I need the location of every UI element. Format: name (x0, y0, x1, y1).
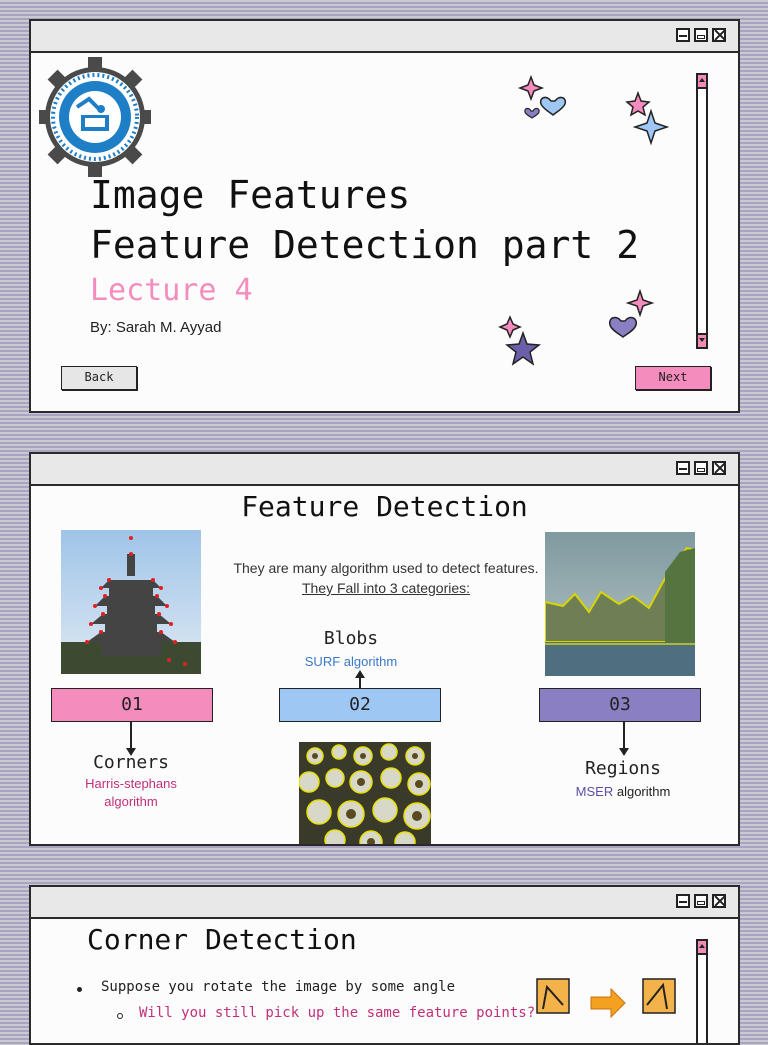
bullet-dot (77, 987, 82, 992)
corners-label: Corners (93, 752, 169, 773)
surf-algorithm-label: SURF algorithm (304, 654, 398, 669)
bullet-rotate-image: Suppose you rotate the image by some ang… (101, 979, 456, 995)
mser-label: MSER (575, 784, 614, 799)
mser-algorithm-label: MSER algorithm (543, 784, 703, 799)
maximize-icon[interactable] (694, 28, 708, 42)
maximize-icon[interactable] (694, 461, 708, 475)
slide-window-corner-detection: Corner Detection Suppose you rotate the … (29, 885, 740, 1045)
window-titlebar (31, 21, 738, 53)
landscape-regions-image (545, 532, 695, 676)
harris-algorithm-label: Harris-stephans (85, 776, 177, 791)
vertical-scrollbar[interactable] (696, 73, 708, 349)
minimize-icon[interactable] (676, 28, 690, 42)
next-button[interactable]: Next (635, 366, 711, 390)
close-icon[interactable] (712, 894, 726, 908)
regions-label: Regions (585, 758, 661, 779)
window-titlebar (31, 454, 738, 486)
category-01-box: 01 (51, 688, 213, 722)
rotation-illustration (536, 978, 676, 1019)
lecture-number: Lecture 4 (90, 273, 253, 308)
slide-window-title: Image Features Feature Detection part 2 … (29, 19, 740, 413)
sub-bullet-question: Will you still pick up the same feature … (139, 1005, 536, 1021)
arrow-down-icon (619, 748, 629, 756)
window-controls (676, 461, 726, 475)
scroll-up-icon[interactable] (698, 75, 706, 89)
category-03-box: 03 (539, 688, 701, 722)
intro-text: They are many algorithm used to detect f… (233, 560, 539, 576)
window-controls (676, 894, 726, 908)
blobs-label: Blobs (323, 628, 379, 649)
close-icon[interactable] (712, 461, 726, 475)
author-line: By: Sarah M. Ayyad (90, 319, 222, 336)
harris-algorithm-label-line2: algorithm (104, 794, 158, 809)
close-icon[interactable] (712, 28, 726, 42)
minimize-icon[interactable] (676, 461, 690, 475)
corners-arrow (130, 722, 132, 750)
window-titlebar (31, 887, 738, 919)
category-02-box: 02 (279, 688, 441, 722)
minimize-icon[interactable] (676, 894, 690, 908)
lecture-title-line1: Image Features (90, 173, 411, 217)
slide-title: Corner Detection (87, 923, 357, 956)
sub-bullet-circle (117, 1013, 123, 1019)
window-controls (676, 28, 726, 42)
maximize-icon[interactable] (694, 894, 708, 908)
slide-title: Feature Detection (241, 490, 528, 523)
slide-window-feature-detection: Feature Detection They are many algorith… (29, 452, 740, 846)
pagoda-corners-image (61, 530, 201, 674)
scroll-down-icon[interactable] (698, 333, 706, 347)
regions-arrow (623, 722, 625, 750)
decorative-sparkles (498, 74, 670, 366)
scroll-up-icon[interactable] (698, 941, 706, 955)
arrow-up-icon (355, 670, 365, 678)
algorithm-word: algorithm (613, 784, 671, 799)
vertical-scrollbar[interactable] (696, 939, 708, 1043)
categories-intro: They Fall into 3 categories: (301, 580, 471, 596)
lecture-title-line2: Feature Detection part 2 (90, 223, 640, 267)
back-button[interactable]: Back (61, 366, 137, 390)
sunflowers-blobs-image (299, 742, 431, 844)
university-logo (39, 57, 151, 177)
